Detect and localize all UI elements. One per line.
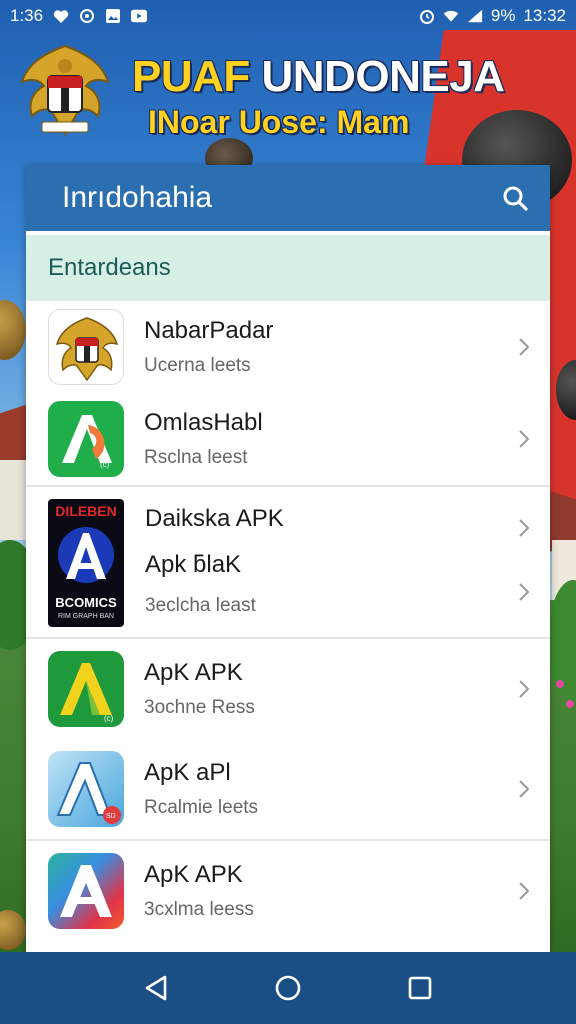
app-group: ApK APK 3cxlma leess <box>26 841 550 941</box>
image-icon <box>105 8 121 24</box>
svg-text:(c): (c) <box>100 460 110 469</box>
status-bar: 1:36 9% 13:32 <box>0 0 576 32</box>
blue-a-icon: SD <box>48 751 124 827</box>
app-subtitle: 3cxlma leess <box>144 899 254 920</box>
list-item[interactable]: (c) ApK APK 3ochne Ress <box>26 639 550 739</box>
refresh-icon <box>79 8 95 24</box>
alarm-icon <box>419 8 435 24</box>
multicolor-a-icon <box>48 853 124 929</box>
app-name: ApK APK <box>144 861 243 888</box>
search-bar[interactable]: Inrıdohahia <box>26 165 550 231</box>
section-header: Entardeans <box>26 235 550 301</box>
youtube-icon <box>131 8 148 24</box>
app-subtitle: 3eclcha least <box>145 595 256 616</box>
list-item[interactable]: SD ApK aPl Rcalmie leets <box>26 739 550 839</box>
signal-icon <box>467 8 483 24</box>
green-a-icon: (c) <box>48 401 124 477</box>
app-name: ApK APK <box>144 659 243 686</box>
app-subtitle: Rsclna leest <box>144 447 248 468</box>
list-item[interactable]: NabarPadar Ucerna leets <box>26 301 550 393</box>
app-name: ApK aPl <box>144 759 231 786</box>
app-group: DILEBEN BCOMICS RIM GRAPH BAN Daikska AP… <box>26 487 550 639</box>
list-item[interactable]: Daikska APK <box>145 505 284 533</box>
banner-title-part2: UNDONEJA <box>261 52 505 101</box>
svg-text:(c): (c) <box>104 714 114 723</box>
section-title: Entardeans <box>48 253 171 281</box>
chevron-right-icon <box>519 780 530 798</box>
app-subtitle: Ucerna leets <box>144 355 251 376</box>
chevron-right-icon <box>519 430 530 448</box>
battery-percent: 9% <box>490 6 516 25</box>
dark-a-icon: DILEBEN BCOMICS RIM GRAPH BAN <box>48 499 124 627</box>
chevron-right-icon <box>519 680 530 698</box>
back-icon[interactable] <box>132 964 180 1012</box>
navigation-bar <box>0 952 576 1024</box>
chevron-right-icon <box>519 882 530 900</box>
wifi-icon <box>443 8 459 24</box>
app-subtitle: 3ochne Ress <box>144 697 255 718</box>
svg-text:SD: SD <box>106 813 116 820</box>
chevron-right-icon <box>519 338 530 356</box>
home-icon[interactable] <box>264 964 312 1012</box>
app-name: Apk ƃlaK <box>145 551 242 578</box>
heart-icon <box>53 8 69 24</box>
recents-icon[interactable] <box>396 964 444 1012</box>
list-item[interactable]: (c) OmlasHabl Rsclna leest <box>26 393 550 485</box>
status-time-right: 13:32 <box>523 6 566 25</box>
app-name: NabarPadar <box>144 317 274 344</box>
app-name: Daikska APK <box>145 505 284 532</box>
app-group: (c) ApK APK 3ochne Ress SD ApK aPl Rcalm… <box>26 639 550 841</box>
badge-bottom-text: BCOMICS <box>55 595 117 610</box>
chevron-right-icon <box>519 583 530 601</box>
garuda-emblem-icon <box>18 42 112 138</box>
flower <box>556 680 564 688</box>
green-yellow-a-icon: (c) <box>48 651 124 727</box>
search-title: Inrıdohahia <box>62 181 213 214</box>
badge-top-text: DILEBEN <box>55 503 117 519</box>
banner-title: PUAF UNDONEJA <box>132 52 505 102</box>
app-name: OmlasHabl <box>144 409 263 436</box>
badge-small-text: RIM GRAPH BAN <box>57 613 114 620</box>
app-subtitle: Rcalmie leets <box>144 797 259 818</box>
flower <box>566 700 574 708</box>
banner-title-part1: PUAF <box>132 52 250 101</box>
app-list-card: Inrıdohahia Entardeans NabarPadar Ucerna… <box>26 165 550 952</box>
search-icon[interactable] <box>500 183 530 213</box>
list-item[interactable]: Apk ƃlaK 3eclcha least <box>145 551 256 617</box>
chevron-right-icon <box>519 519 530 537</box>
app-group: NabarPadar Ucerna leets (c) OmlasHabl Rs… <box>26 301 550 487</box>
status-time-left: 1:36 <box>10 6 44 25</box>
banner-subtitle: INoar Uose: Mam <box>148 104 410 140</box>
list-item[interactable]: ApK APK 3cxlma leess <box>26 841 550 941</box>
emblem-icon <box>48 309 124 385</box>
